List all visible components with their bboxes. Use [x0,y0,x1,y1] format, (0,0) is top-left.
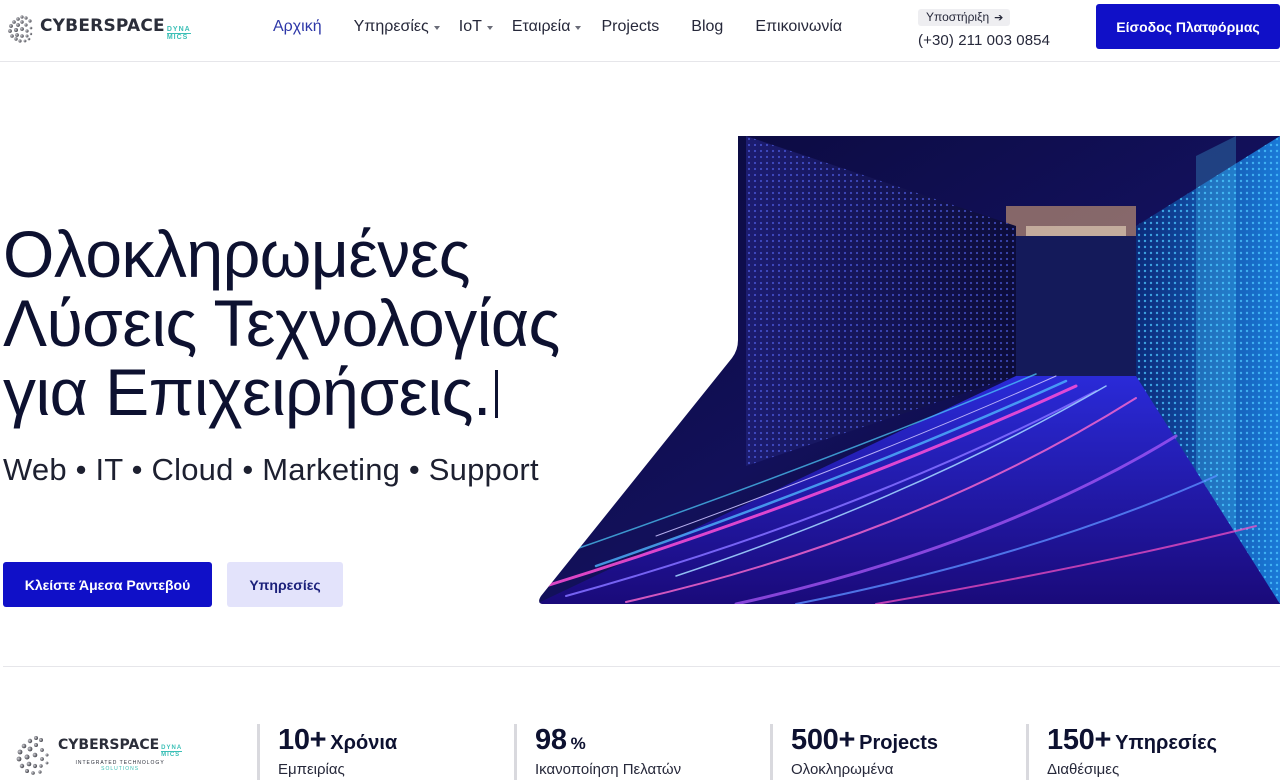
nav-item-label: Blog [691,18,724,35]
nav-item-label: Αρχική [273,18,322,35]
stat-unit: % [570,734,586,753]
stat-unit: Χρόνια [330,732,398,754]
nav-item-label: Εταιρεία [511,18,571,35]
logo-tagline-2: SOLUTIONS [101,765,140,772]
brand-logo[interactable]: CYBERSPACE DYNA MICS [6,8,206,48]
stat-description: Εμπειρίας [278,761,345,778]
book-appointment-button[interactable]: Κλείστε Άμεσα Ραντεβού [3,562,212,607]
stat-satisfaction: 98 % Ικανοποίηση Πελατών [514,724,681,780]
nav-item-blog[interactable]: Blog [691,18,723,36]
nav-item-label: IoT [458,18,482,35]
logo-suffix-top: DYNA [166,25,191,34]
support-block: Υποστήριξη ➔ (+30) 211 003 0854 [918,8,1050,49]
stat-head: 150+ Υπηρεσίες [1047,724,1217,757]
logo-globe-icon [8,15,33,43]
stat-head: 500+ Projects [791,724,938,757]
chevron-down-icon [433,26,440,30]
stat-description: Ολοκληρωμένα [791,761,894,778]
logo-wordmark: CYBERSPACE DYNA MICS [40,16,191,41]
stat-head: 10+ Χρόνια [278,724,397,757]
stat-unit: Projects [859,732,939,754]
support-label: Υποστήριξη [926,10,990,24]
chevron-down-icon [575,26,582,30]
services-button[interactable]: Υπηρεσίες [227,562,343,607]
logo-suffix: DYNA MICS [166,25,191,41]
chevron-down-icon [486,26,493,30]
nav-item-services[interactable]: Υπηρεσίες [354,18,440,36]
stat-unit: Υπηρεσίες [1115,732,1217,754]
hero-subtitle: Web • IT • Cloud • Marketing • Support [3,452,539,487]
logo-suffix-bottom: MICS [166,33,189,41]
stat-head: 98 % [535,724,681,757]
stat-experience: 10+ Χρόνια Εμπειρίας [257,724,397,780]
stat-number: 98 [535,724,567,756]
hero-title-line2: Λύσεις Τεχνολογίας [3,286,560,360]
stats-brand-logo: CYBERSPACE DYNA MICS INTEGRATED TECHNOLO… [14,728,204,780]
logo-globe-icon [16,736,49,775]
site-header: CYBERSPACE DYNA MICS Αρχική Υπηρεσίες Io… [0,0,1280,62]
hero-title-line3: για Επιχειρήσεις. [3,355,491,429]
typing-cursor [494,370,498,418]
nav-item-label: Projects [601,18,660,35]
logo-name: CYBERSPACE [58,736,160,753]
nav-item-home[interactable]: Αρχική [273,18,322,36]
hero-datacenter-image [539,136,1280,604]
stat-description: Ικανοποίηση Πελατών [535,761,682,778]
stat-services: 150+ Υπηρεσίες Διαθέσιμες [1026,724,1217,780]
stat-description: Διαθέσιμες [1047,761,1120,778]
stat-number: 500+ [791,724,856,756]
section-divider [3,666,1280,667]
logo-name: CYBERSPACE [40,15,165,36]
nav-item-label: Επικοινωνία [755,18,843,35]
support-link[interactable]: Υποστήριξη ➔ [918,9,1011,26]
stat-number: 10+ [278,724,327,756]
arrow-right-icon: ➔ [994,11,1004,24]
support-phone[interactable]: (+30) 211 003 0854 [918,32,1050,49]
logo-suffix-top: DYNA [161,744,183,752]
logo-wordmark: CYBERSPACE DYNA MICS INTEGRATED TECHNOLO… [58,736,183,772]
platform-login-button[interactable]: Είσοδος Πλατφόρμας [1096,4,1280,49]
nav-item-projects[interactable]: Projects [601,18,659,36]
logo-suffix-bottom: MICS [161,751,181,758]
nav-item-contact[interactable]: Επικοινωνία [755,18,842,36]
hero-title-line1: Ολοκληρωμένες [3,217,471,291]
stat-number: 150+ [1047,724,1112,756]
main-nav: Αρχική Υπηρεσίες IoT Εταιρεία Projects B… [273,17,842,37]
logo-wordmark-top: CYBERSPACE DYNA MICS [58,736,183,758]
nav-item-company[interactable]: Εταιρεία [512,18,582,36]
nav-item-iot[interactable]: IoT [459,18,493,36]
stat-projects: 500+ Projects Ολοκληρωμένα [770,724,938,780]
logo-suffix: DYNA MICS [161,744,183,758]
nav-item-label: Υπηρεσίες [353,18,429,35]
